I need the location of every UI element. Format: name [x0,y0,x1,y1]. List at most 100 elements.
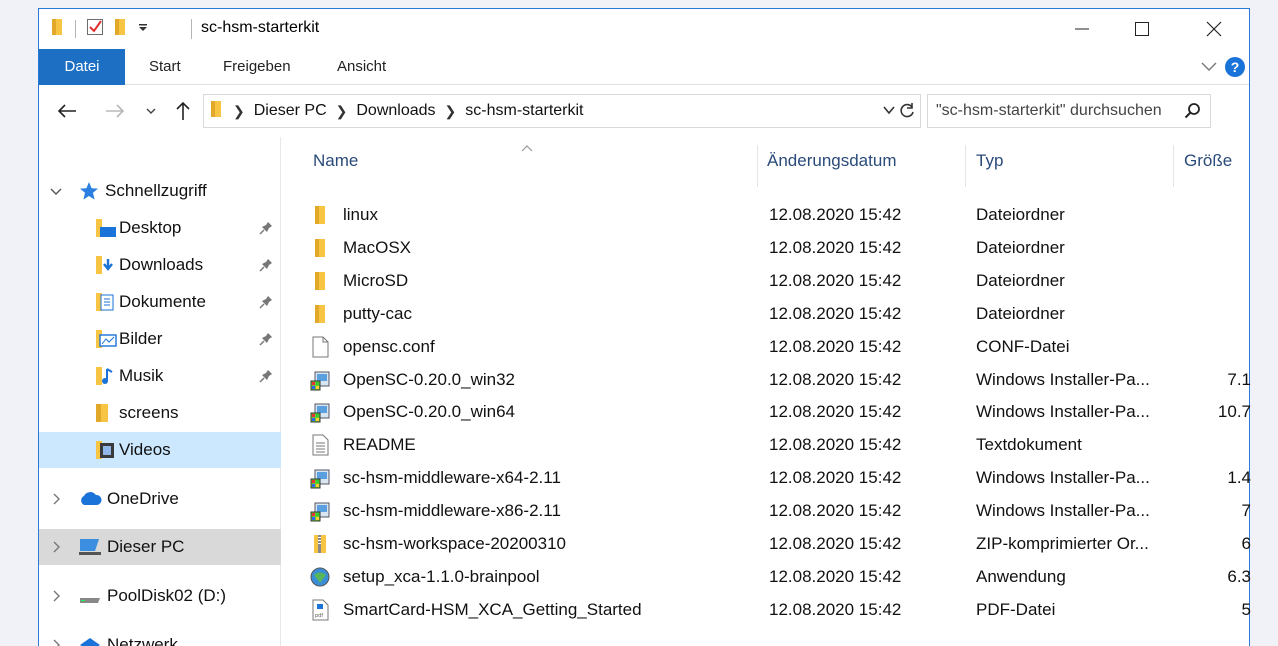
recent-locations-button[interactable] [139,99,163,123]
close-button[interactable] [1191,9,1237,49]
chevron-right-icon[interactable] [49,491,63,511]
file-size: 1.4 [1227,468,1251,488]
pin-icon[interactable] [259,368,273,388]
documents-folder-icon [95,292,117,317]
downloads-folder-icon [95,255,117,280]
breadcrumb-downloads[interactable]: Downloads [356,102,435,120]
pin-icon[interactable] [259,294,273,314]
nav-item-label: Downloads [119,255,204,274]
nav-item-videos[interactable]: Videos [39,432,281,468]
nav-item-downloads[interactable]: Downloads [39,247,281,283]
address-bar[interactable]: ❯ Dieser PC ❯ Downloads ❯ sc-hsm-starter… [203,94,921,128]
folder-icon [309,204,331,226]
folder-icon [210,100,224,123]
file-row[interactable]: OpenSC-0.20.0_win32 12.08.2020 15:42 Windo… [281,364,1251,397]
file-row[interactable]: setup_xca-1.1.0-brainpool 12.08.2020 15:4… [281,561,1251,594]
file-row[interactable]: putty-cac 12.08.2020 15:42 Dateiordner [281,298,1251,331]
nav-item-quick-access[interactable]: Schnellzugriff [39,173,281,209]
chevron-right-icon[interactable] [49,539,63,559]
tab-datei[interactable]: Datei [39,49,125,85]
file-row[interactable]: OpenSC-0.20.0_win64 12.08.2020 15:42 Windo… [281,396,1251,429]
file-row[interactable]: linux 12.08.2020 15:42 Dateiordner [281,199,1251,232]
pin-icon[interactable] [259,331,273,351]
file-row[interactable]: pdf SmartCard-HSM_XCA_Getting_Started 12.0… [281,594,1251,627]
properties-icon[interactable] [86,18,104,41]
expand-ribbon-icon[interactable] [1201,59,1217,78]
file-type: Windows Installer-Pa... [976,369,1150,389]
column-header-size[interactable]: Größe [1184,137,1232,187]
nav-item-desktop[interactable]: Desktop [39,210,281,246]
file-row[interactable]: sc-hsm-workspace-20200310 12.08.2020 15:4… [281,528,1251,561]
title-bar: sc-hsm-starterkit [39,9,1249,49]
file-date: 12.08.2020 15:42 [769,468,902,488]
customize-toolbar-icon[interactable] [138,20,148,38]
file-row[interactable]: MacOSX 12.08.2020 15:42 Dateiordner [281,232,1251,265]
title-divider [191,19,192,39]
nav-item-onedrive[interactable]: OneDrive [39,481,281,517]
file-name: SmartCard-HSM_XCA_Getting_Started [343,599,642,619]
breadcrumb-chevron-icon[interactable]: ❯ [233,103,245,120]
nav-item-dieser-pc[interactable]: Dieser PC [39,529,281,565]
file-name: sc-hsm-middleware-x86-2.11 [343,501,561,521]
column-header-name[interactable]: Name [313,137,358,187]
folder-icon [309,270,331,292]
forward-button[interactable] [103,99,127,123]
file-date: 12.08.2020 15:42 [769,402,902,422]
file-type: Windows Installer-Pa... [976,402,1150,422]
nav-item-label: screens [119,403,179,422]
nav-item-label: Musik [119,366,164,385]
tab-ansicht[interactable]: Ansicht [319,49,404,85]
back-button[interactable] [55,99,79,123]
tab-freigeben[interactable]: Freigeben [205,49,309,85]
file-row[interactable]: README 12.08.2020 15:42 Textdokument [281,429,1251,462]
file-type: PDF-Datei [976,599,1056,619]
column-divider[interactable] [965,145,966,187]
file-type: ZIP-komprimierter Or... [976,534,1149,553]
chevron-down-icon[interactable] [49,183,63,203]
folder-icon [309,237,331,259]
chevron-right-icon[interactable] [49,588,63,608]
breadcrumb-current-folder[interactable]: sc-hsm-starterkit [465,102,583,120]
column-header-type[interactable]: Typ [976,137,1003,187]
address-row: ❯ Dieser PC ❯ Downloads ❯ sc-hsm-starter… [39,85,1249,137]
svg-text:pdf: pdf [315,613,323,619]
nav-item-label: Schnellzugriff [105,181,207,200]
refresh-icon[interactable] [898,102,916,125]
address-dropdown-icon[interactable] [882,103,896,122]
minimize-button[interactable] [1059,9,1105,49]
file-row[interactable]: sc-hsm-middleware-x86-2.11 12.08.2020 15:… [281,495,1251,528]
column-divider[interactable] [1173,145,1174,187]
column-header-date[interactable]: Änderungsdatum [767,137,896,187]
file-type: Dateiordner [976,205,1065,224]
quick-access-toolbar [51,18,148,40]
file-type: Windows Installer-Pa... [976,501,1150,521]
breadcrumb-dieser-pc[interactable]: Dieser PC [254,102,327,120]
tab-start[interactable]: Start [131,49,199,85]
up-button[interactable] [171,99,195,123]
file-date: 12.08.2020 15:42 [769,566,902,586]
nav-item-pooldisk[interactable]: PoolDisk02 (D:) [39,578,281,614]
nav-item-screens[interactable]: screens [39,395,281,431]
breadcrumb-chevron-icon[interactable]: ❯ [336,103,348,120]
installer-icon [309,401,331,423]
file-row[interactable]: sc-hsm-middleware-x64-2.11 12.08.2020 15:… [281,462,1251,495]
nav-item-bilder[interactable]: Bilder [39,321,281,357]
file-row[interactable]: MicroSD 12.08.2020 15:42 Dateiordner [281,265,1251,298]
column-divider[interactable] [757,145,758,187]
file-row[interactable]: opensc.conf 12.08.2020 15:42 CONF-Datei [281,331,1251,364]
window-title: sc-hsm-starterkit [201,19,320,36]
search-input[interactable]: "sc-hsm-starterkit" durchsuchen [927,94,1211,128]
file-date: 12.08.2020 15:42 [769,336,902,356]
help-icon[interactable]: ? [1225,57,1245,77]
pin-icon[interactable] [259,257,273,277]
nav-item-dokumente[interactable]: Dokumente [39,284,281,320]
nav-item-netzwerk[interactable]: Netzwerk [39,627,281,646]
search-icon[interactable] [1184,102,1202,125]
chevron-right-icon[interactable] [49,637,63,646]
breadcrumb-chevron-icon[interactable]: ❯ [445,103,457,120]
pin-icon[interactable] [259,220,273,240]
installer-icon [309,500,331,522]
maximize-button[interactable] [1119,9,1165,49]
nav-item-musik[interactable]: Musik [39,358,281,394]
new-folder-icon[interactable] [114,18,128,41]
